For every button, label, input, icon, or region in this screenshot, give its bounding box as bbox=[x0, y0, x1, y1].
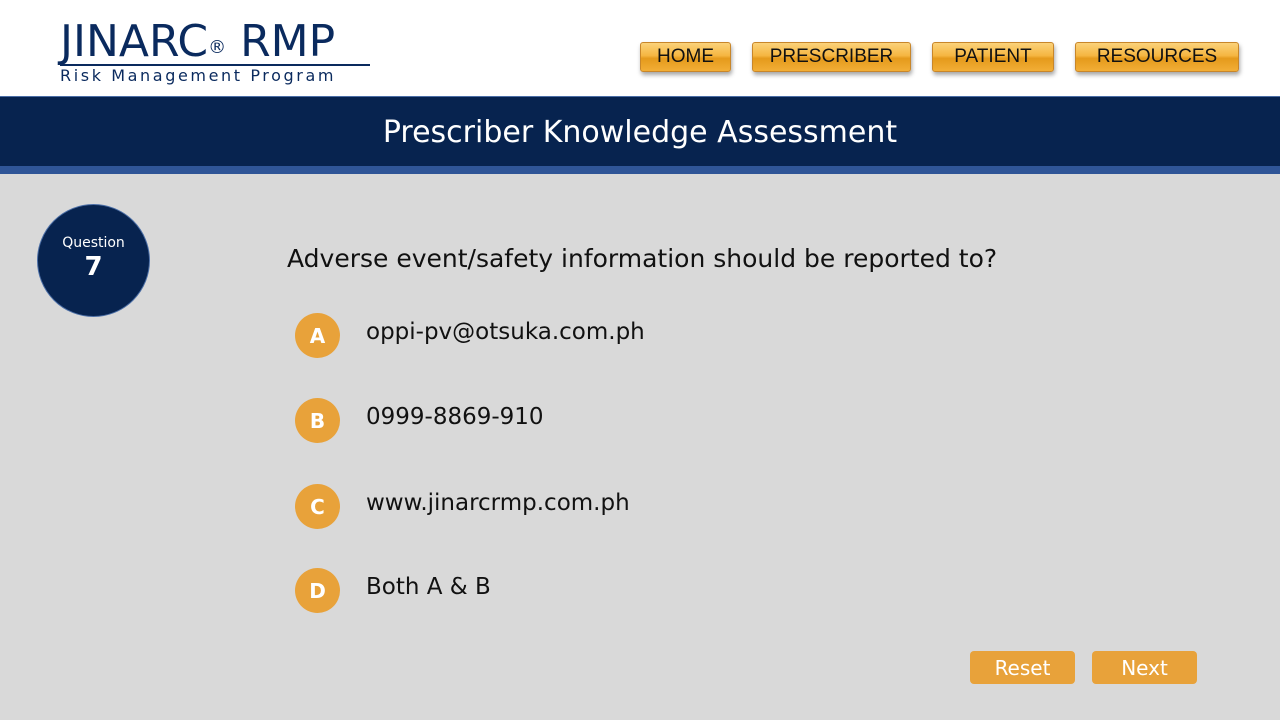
answer-option-a[interactable]: A oppi-pv@otsuka.com.ph bbox=[295, 313, 895, 358]
question-number: 7 bbox=[84, 252, 103, 282]
option-letter-c[interactable]: C bbox=[295, 484, 340, 529]
answer-option-c[interactable]: C www.jinarcrmp.com.ph bbox=[295, 484, 895, 529]
banner-accent-strip bbox=[0, 166, 1280, 174]
nav-patient-button[interactable]: PATIENT bbox=[932, 42, 1054, 72]
next-button[interactable]: Next bbox=[1092, 651, 1197, 684]
nav-home-button[interactable]: HOME bbox=[640, 42, 731, 72]
option-text-a[interactable]: oppi-pv@otsuka.com.ph bbox=[366, 319, 645, 345]
option-letter-b[interactable]: B bbox=[295, 398, 340, 443]
option-text-d[interactable]: Both A & B bbox=[366, 574, 491, 600]
option-text-b[interactable]: 0999-8869-910 bbox=[366, 404, 544, 430]
reset-button[interactable]: Reset bbox=[970, 651, 1075, 684]
title-banner: Prescriber Knowledge Assessment bbox=[0, 96, 1280, 166]
question-label: Question bbox=[62, 235, 125, 251]
header: JINARC® RMP Risk Management Program HOME… bbox=[0, 0, 1280, 96]
main-nav: HOME PRESCRIBER PATIENT RESOURCES bbox=[0, 42, 1280, 72]
option-letter-a[interactable]: A bbox=[295, 313, 340, 358]
answer-option-d[interactable]: D Both A & B bbox=[295, 568, 895, 613]
answer-option-b[interactable]: B 0999-8869-910 bbox=[295, 398, 895, 443]
option-letter-d[interactable]: D bbox=[295, 568, 340, 613]
question-number-badge: Question 7 bbox=[37, 204, 150, 317]
option-text-c[interactable]: www.jinarcrmp.com.ph bbox=[366, 490, 630, 516]
question-text: Adverse event/safety information should … bbox=[287, 244, 998, 273]
nav-prescriber-button[interactable]: PRESCRIBER bbox=[752, 42, 911, 72]
page-title: Prescriber Knowledge Assessment bbox=[382, 115, 898, 150]
nav-resources-button[interactable]: RESOURCES bbox=[1075, 42, 1239, 72]
